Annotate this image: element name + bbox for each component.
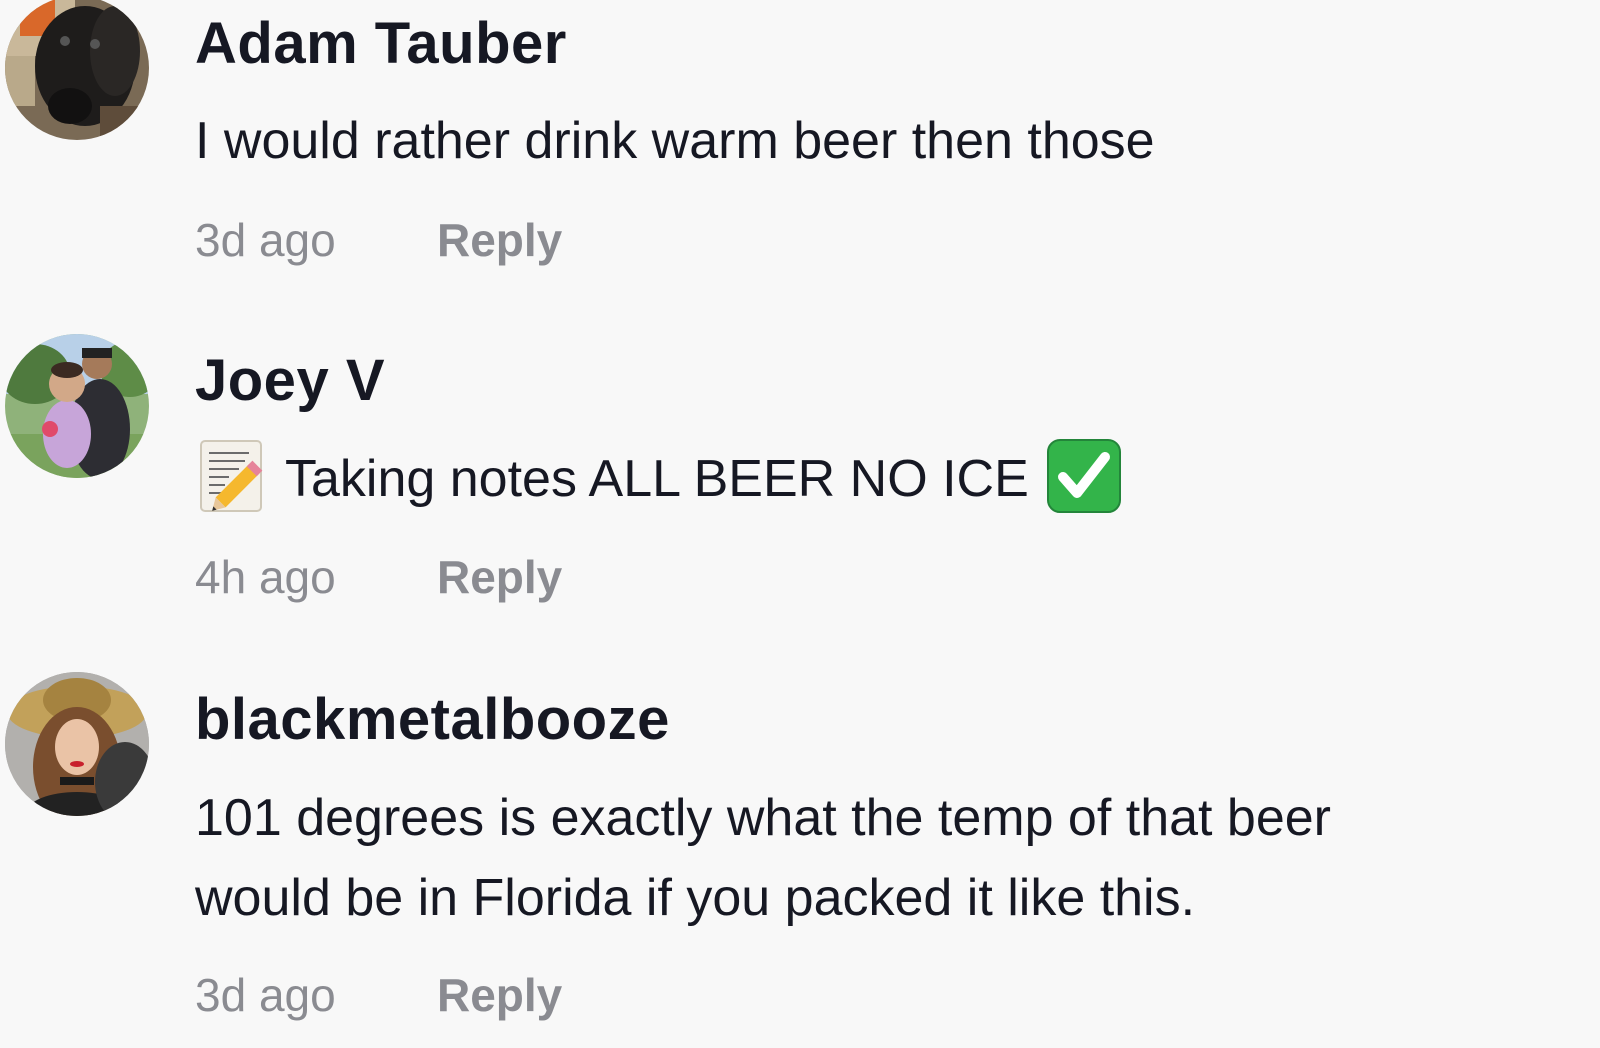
comment-username[interactable]: Joey V — [195, 347, 385, 414]
comment-text: Taking notes ALL BEER NO ICE — [195, 439, 1121, 519]
memo-icon — [199, 439, 265, 513]
comment-text-line: 101 degrees is exactly what the temp of … — [195, 789, 1332, 847]
comment-meta: 3d ago Reply — [195, 213, 562, 267]
comment-username[interactable]: blackmetalbooze — [195, 686, 670, 753]
dog-avatar-icon[interactable] — [5, 0, 149, 140]
comment-timestamp: 4h ago — [195, 551, 336, 603]
comment-timestamp: 3d ago — [195, 214, 336, 266]
comment-username[interactable]: Adam Tauber — [195, 10, 567, 77]
check-mark-button-icon — [1046, 439, 1121, 514]
comment-text-content: Taking notes ALL BEER NO ICE — [285, 450, 1029, 508]
reply-button[interactable]: Reply — [437, 968, 562, 1022]
woman-hat-avatar-icon[interactable] — [5, 672, 149, 816]
comment-meta: 3d ago Reply — [195, 968, 562, 1022]
comment-timestamp: 3d ago — [195, 969, 336, 1021]
comment-text-line: I would rather drink warm beer then thos… — [195, 112, 1155, 170]
family-avatar-icon[interactable] — [5, 334, 149, 478]
comment-text: I would rather drink warm beer then thos… — [195, 101, 1155, 181]
comment-text-line: would be in Florida if you packed it lik… — [195, 869, 1196, 927]
reply-button[interactable]: Reply — [437, 550, 562, 604]
comment-text: 101 degrees is exactly what the temp of … — [195, 778, 1331, 938]
reply-button[interactable]: Reply — [437, 213, 562, 267]
comment-meta: 4h ago Reply — [195, 550, 562, 604]
comment-text-line: Taking notes ALL BEER NO ICE — [195, 439, 1121, 519]
